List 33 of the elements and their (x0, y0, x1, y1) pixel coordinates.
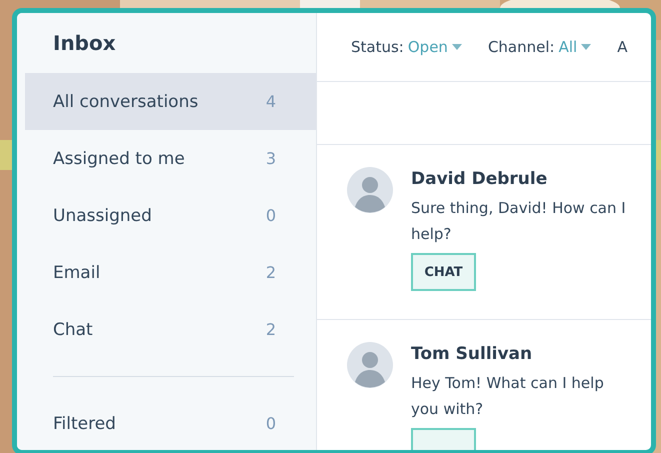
item-label: Assigned to me (53, 148, 185, 168)
item-count: 2 (266, 263, 276, 282)
avatar-icon (347, 167, 393, 213)
item-count: 0 (266, 414, 276, 433)
filter-label[interactable]: A (617, 38, 628, 56)
contact-name: David Debrule (411, 169, 548, 189)
sidebar-item[interactable]: Assigned to me 3 (25, 130, 316, 187)
conversation-row[interactable]: David Debrule Sure thing, David! How can I help? CHAT (317, 145, 651, 320)
sidebar-item[interactable]: Email 2 (25, 244, 316, 301)
item-count: 0 (266, 206, 276, 225)
avatar-icon (347, 342, 393, 388)
caret-icon (452, 44, 462, 50)
item-label: Chat (53, 320, 93, 340)
sidebar-item[interactable]: Unassigned 0 (25, 187, 316, 244)
sidebar-item[interactable]: Filtered 0 (25, 395, 316, 450)
sidebar-item[interactable]: All conversations 4 (25, 73, 316, 130)
inbox-title: Inbox (52, 30, 117, 57)
message-preview: Hey Tom! What can I help you with? (411, 373, 605, 420)
item-label: All conversations (53, 92, 198, 112)
contact-name: Tom Sullivan (411, 344, 534, 364)
filter-dropdown[interactable]: Status: Open (351, 38, 462, 56)
item-label: Unassigned (53, 206, 152, 226)
item-count: 4 (266, 92, 276, 111)
item-count: 2 (266, 320, 276, 339)
filter-dropdown[interactable]: Channel: All (488, 38, 592, 56)
conversation-row[interactable]: Tom Sullivan Hey Tom! What can I help you with? (317, 320, 651, 450)
item-count: 3 (266, 149, 276, 168)
item-label: Email (53, 262, 100, 282)
caret-icon (581, 44, 592, 50)
sidebar-item[interactable]: Chat 2 (25, 301, 316, 358)
item-label: Filtered (53, 414, 116, 434)
message-preview: Sure thing, David! How can I help? (411, 198, 627, 245)
channel-tag: CHAT (411, 253, 476, 291)
